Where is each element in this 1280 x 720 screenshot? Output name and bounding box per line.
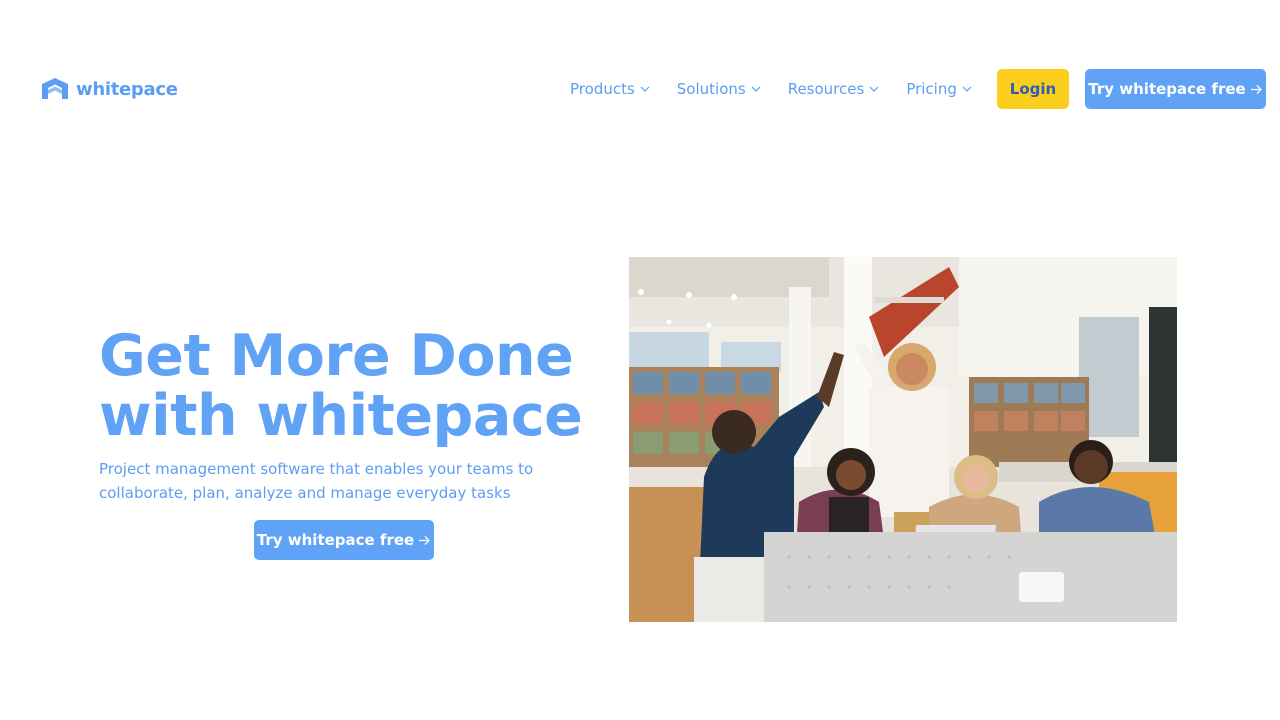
- brand-logo[interactable]: whitepace: [42, 78, 178, 100]
- nav-item-label: Products: [570, 80, 635, 98]
- site-header: whitepace Products Solutions Resources P…: [0, 0, 1280, 180]
- hero-subtitle-line-1: Project management software that enables…: [99, 460, 534, 478]
- brand-name: whitepace: [76, 78, 178, 100]
- nav-item-resources[interactable]: Resources: [788, 80, 880, 98]
- try-free-label: Try whitepace free: [256, 531, 415, 549]
- chevron-down-icon: [962, 86, 972, 92]
- nav-item-solutions[interactable]: Solutions: [677, 80, 761, 98]
- nav-item-products[interactable]: Products: [570, 80, 650, 98]
- hero-subtitle-line-2: collaborate, plan, analyze and manage ev…: [99, 484, 511, 502]
- hero-subtitle: Project management software that enables…: [99, 457, 539, 505]
- hero-title-line-2: with whitepace: [99, 383, 583, 449]
- try-free-label: Try whitepace free: [1088, 80, 1246, 98]
- hero-title-line-1: Get More Done: [99, 323, 574, 389]
- hero-title: Get More Done with whitepace: [99, 326, 599, 446]
- hero-image: [629, 257, 1177, 622]
- team-high-five-photo: [629, 257, 1177, 622]
- chevron-up-logo-icon: [42, 78, 68, 99]
- chevron-down-icon: [640, 86, 650, 92]
- nav-item-label: Pricing: [906, 80, 957, 98]
- try-free-header-button[interactable]: Try whitepace free: [1085, 69, 1266, 109]
- nav-item-pricing[interactable]: Pricing: [906, 80, 972, 98]
- arrow-right-icon: [419, 535, 431, 545]
- chevron-down-icon: [751, 86, 761, 92]
- nav-item-label: Resources: [787, 80, 865, 98]
- try-free-hero-button[interactable]: Try whitepace free: [254, 520, 434, 560]
- chevron-down-icon: [869, 86, 879, 92]
- main-nav: Products Solutions Resources Pricing: [570, 69, 999, 109]
- nav-item-label: Solutions: [676, 80, 746, 98]
- arrow-right-icon: [1250, 84, 1262, 94]
- login-button[interactable]: Login: [997, 69, 1069, 109]
